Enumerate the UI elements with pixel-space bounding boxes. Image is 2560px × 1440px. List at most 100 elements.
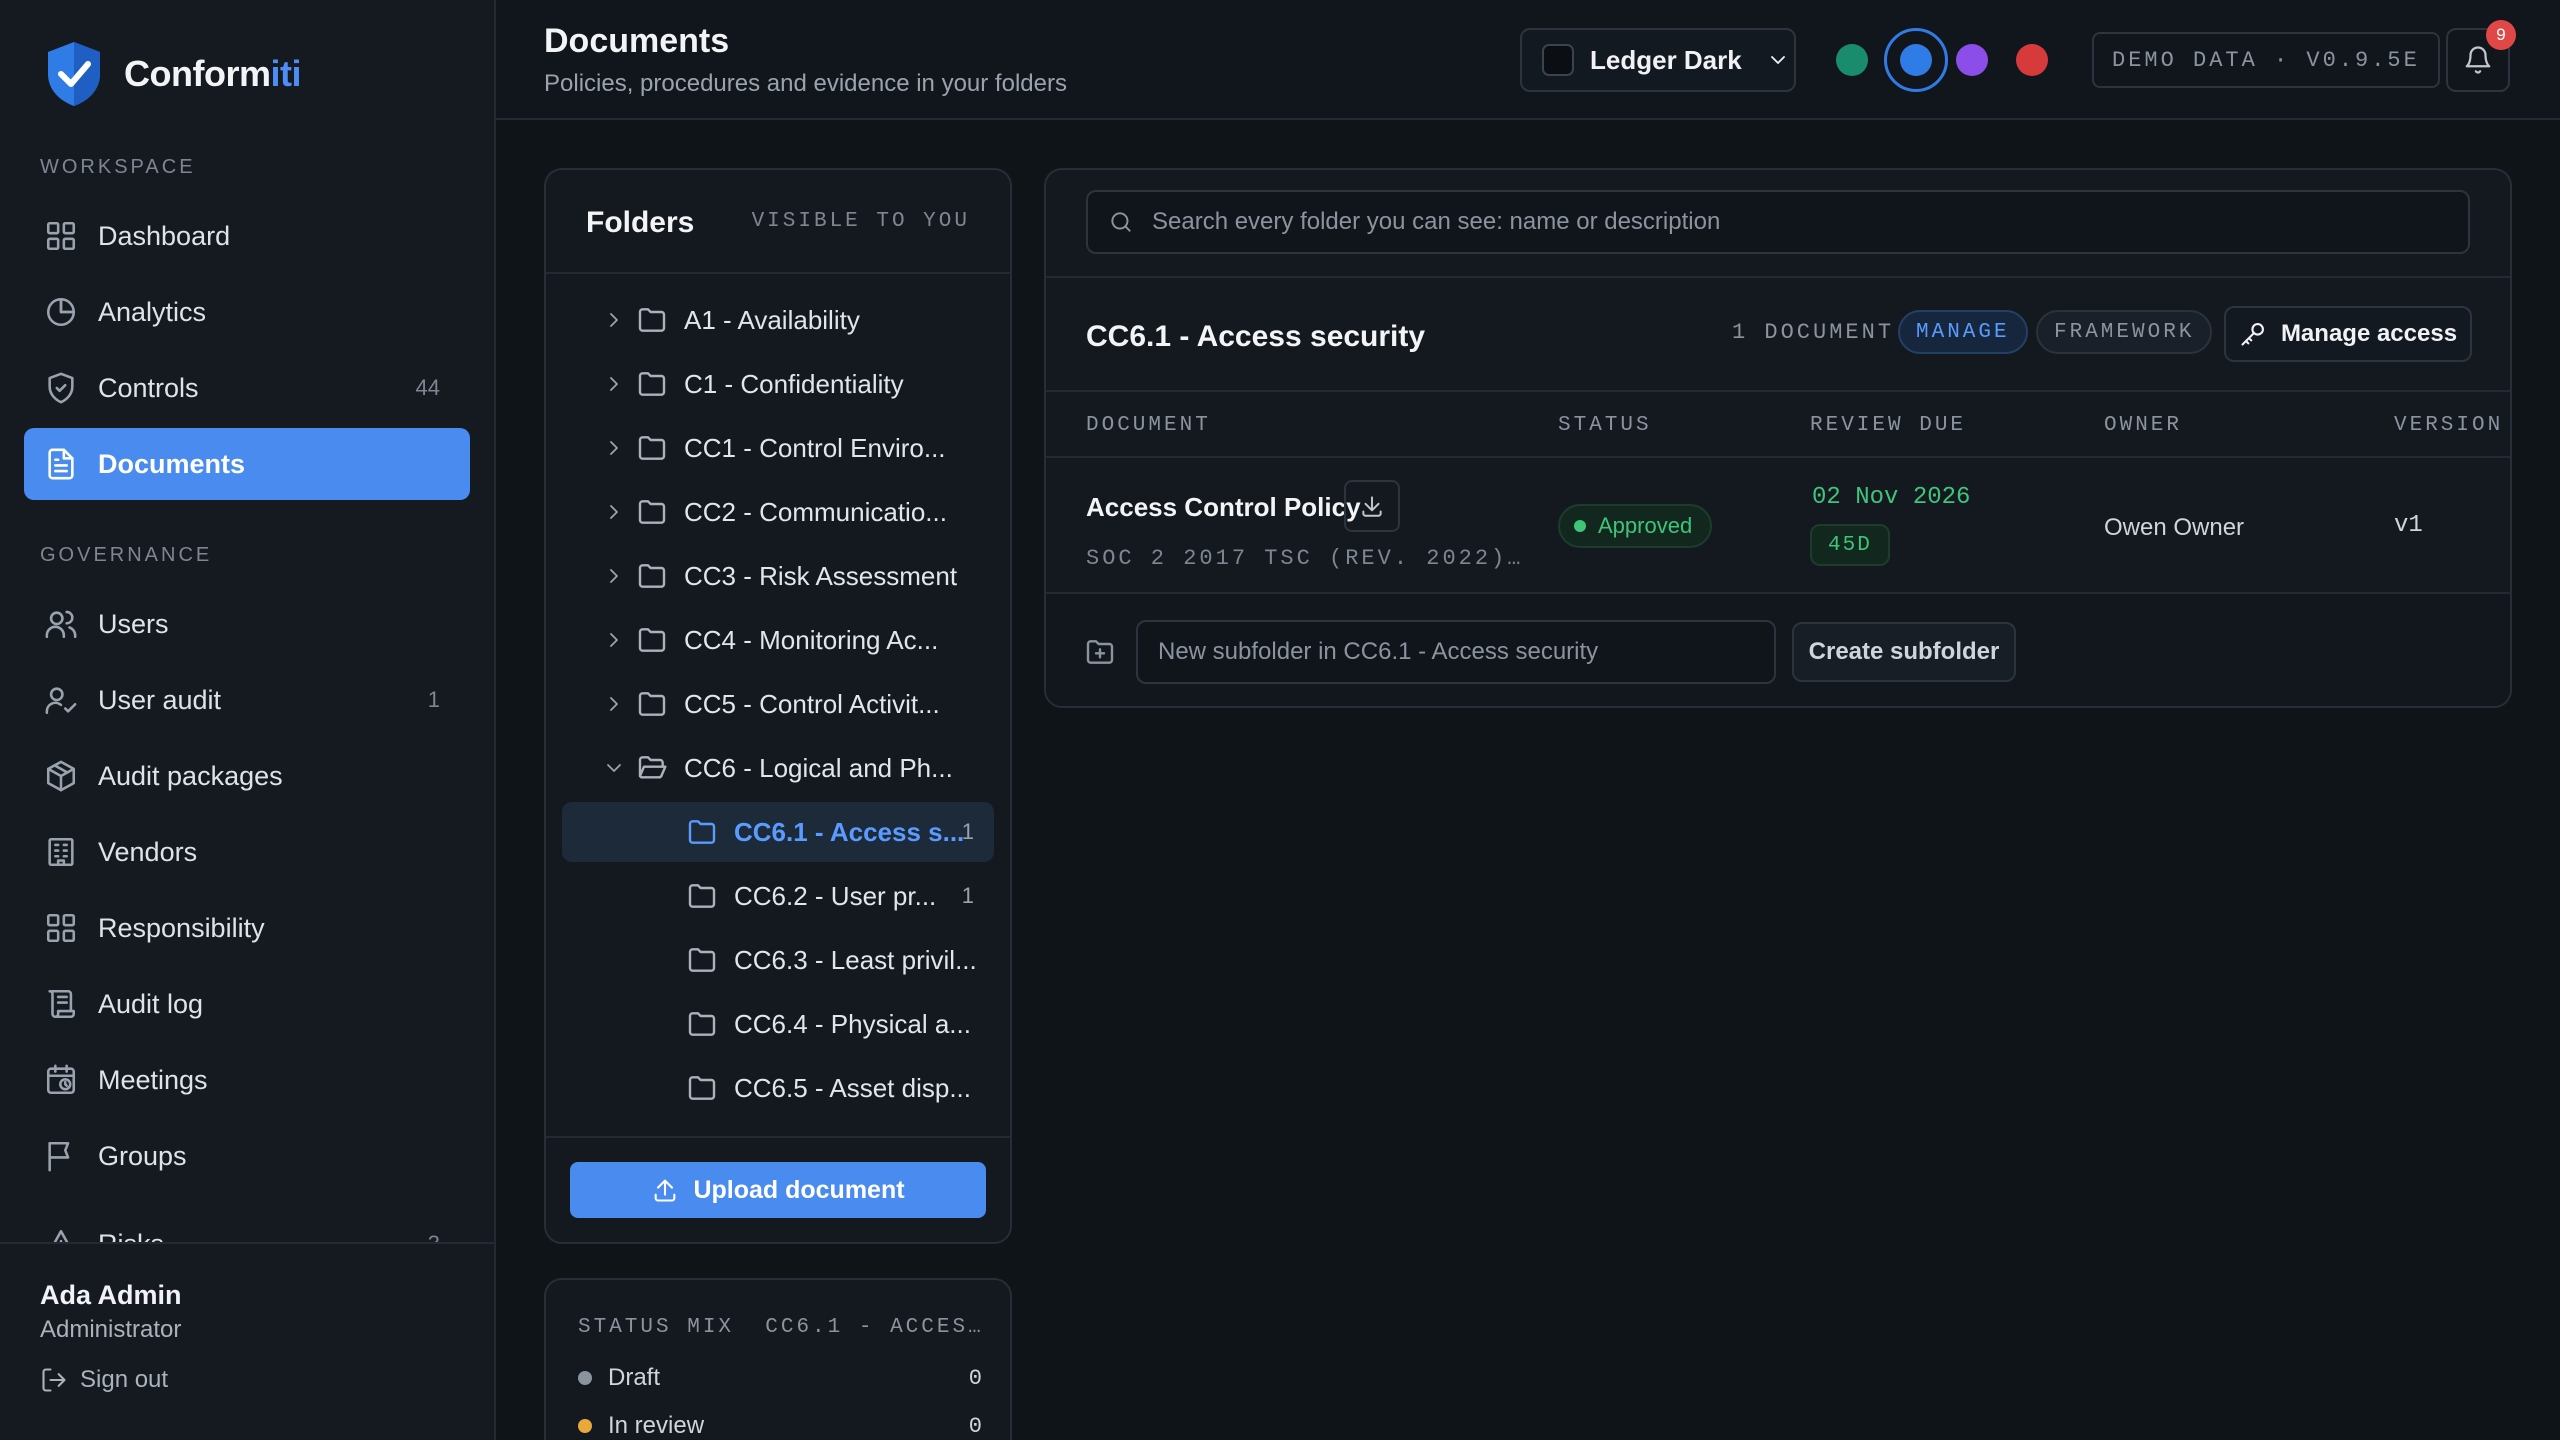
- folder-label: C1 - Confidentiality: [684, 368, 904, 399]
- folder-label: A1 - Availability: [684, 304, 860, 335]
- search-icon: [1111, 212, 1131, 232]
- app-name: Conformiti: [124, 53, 301, 94]
- manage-access-button[interactable]: Manage access: [2224, 306, 2472, 362]
- folder-item[interactable]: CC6.2 - User pr... 1: [562, 866, 994, 926]
- folders-panel: Folders VISIBLE TO YOU A1 - Availability…: [544, 168, 1012, 1244]
- page-title: Documents: [544, 22, 730, 60]
- nav-responsibility[interactable]: Responsibility: [24, 892, 470, 964]
- nav-count: 1: [427, 687, 440, 712]
- folder-label: CC6.4 - Physical a...: [734, 1008, 971, 1039]
- nav-label: Dashboard: [98, 220, 231, 251]
- sign-out-icon: [42, 1368, 66, 1392]
- grid-icon: [46, 221, 76, 251]
- search-input[interactable]: [1152, 208, 2352, 236]
- chevron-right-icon[interactable]: [602, 372, 626, 396]
- nav-documents[interactable]: Documents: [24, 428, 470, 500]
- search-bar: [1046, 170, 2510, 278]
- nav-controls[interactable]: Controls 44: [24, 352, 470, 424]
- folder-item[interactable]: C1 - Confidentiality: [602, 354, 1002, 414]
- folder-icon: [686, 944, 720, 976]
- column-header-owner: OWNER: [2104, 414, 2183, 437]
- chevron-down-icon: [1770, 56, 1785, 64]
- accent-teal-option[interactable]: [1836, 44, 1868, 76]
- folder-label: CC3 - Risk Assessment: [684, 560, 958, 591]
- nav-audit-packages[interactable]: Audit packages: [24, 740, 470, 812]
- chevron-down-icon[interactable]: [602, 756, 626, 780]
- create-subfolder-button[interactable]: Create subfolder: [1792, 622, 2016, 682]
- chevron-right-icon[interactable]: [602, 692, 626, 716]
- nav-label: Users: [98, 608, 169, 639]
- folders-title: Folders: [586, 206, 695, 239]
- nav-label: Meetings: [98, 1064, 208, 1095]
- folder-item[interactable]: CC1 - Control Enviro...: [602, 418, 1002, 478]
- upload-icon: [655, 1179, 676, 1202]
- nav-audit-log[interactable]: Audit log: [24, 968, 470, 1040]
- status-badge: Approved: [1558, 504, 1713, 548]
- folder-icon: [636, 624, 670, 656]
- upload-document-button[interactable]: Upload document: [570, 1162, 986, 1218]
- folder-icon: [636, 432, 670, 464]
- upload-bar: Upload document: [546, 1136, 1010, 1242]
- folder-item[interactable]: CC6.5 - Asset disp...: [562, 1058, 994, 1118]
- nav-analytics[interactable]: Analytics: [24, 276, 470, 348]
- folder-count: 1: [961, 819, 974, 844]
- nav-meetings[interactable]: Meetings: [24, 1044, 470, 1116]
- top-bar: Documents Policies, procedures and evide…: [496, 0, 2560, 120]
- chevron-right-icon[interactable]: [602, 628, 626, 652]
- manage-access-label: Manage access: [2280, 320, 2458, 347]
- new-subfolder-bar: Create subfolder: [1046, 594, 2510, 706]
- status-mix-label: Draft: [608, 1364, 661, 1391]
- nav-count: 44: [415, 375, 440, 400]
- app-logo[interactable]: Conformiti: [44, 40, 301, 108]
- status-mix-count: 0: [968, 1365, 982, 1391]
- flag-icon: [48, 1141, 70, 1172]
- folder-item[interactable]: CC6.3 - Least privil...: [562, 930, 994, 990]
- folder-icon: [636, 496, 670, 528]
- table-row[interactable]: Access Control Policy SOC 2 2017 TSC (RE…: [1046, 458, 2510, 594]
- column-header-review-due: REVIEW DUE: [1810, 414, 1967, 437]
- folder-icon: [686, 1008, 720, 1040]
- scroll-icon: [48, 989, 76, 1019]
- nav-users[interactable]: Users: [24, 588, 470, 660]
- chevron-right-icon[interactable]: [602, 564, 626, 588]
- status-mix-header: STATUS MIX CC6.1 - ACCES…: [578, 1316, 984, 1339]
- theme-select[interactable]: Ledger Dark: [1520, 28, 1796, 92]
- status-mix-panel: STATUS MIX CC6.1 - ACCES… Draft 0 In rev…: [544, 1278, 1012, 1440]
- building-icon: [48, 837, 74, 867]
- download-button[interactable]: [1344, 480, 1400, 532]
- document-name[interactable]: Access Control Policy: [1086, 492, 1361, 523]
- folder-item[interactable]: CC6.4 - Physical a...: [562, 994, 994, 1054]
- sign-out-link[interactable]: Sign out: [40, 1366, 168, 1394]
- notification-count-badge: 9: [2486, 20, 2516, 50]
- theme-swatch: [1542, 44, 1574, 76]
- chevron-right-icon[interactable]: [602, 500, 626, 524]
- folder-item[interactable]: CC6 - Logical and Ph...: [602, 738, 1002, 798]
- folder-item[interactable]: CC5 - Control Activit...: [602, 674, 1002, 734]
- accent-purple-option[interactable]: [1956, 44, 1988, 76]
- folder-label: CC5 - Control Activit...: [684, 688, 940, 719]
- theme-label: Ledger Dark: [1590, 44, 1742, 75]
- status-label: Approved: [1598, 513, 1693, 538]
- nav-vendors[interactable]: Vendors: [24, 816, 470, 888]
- chevron-right-icon[interactable]: [602, 308, 626, 332]
- user-name: Ada Admin: [40, 1280, 182, 1310]
- folder-label: CC6.3 - Least privil...: [734, 944, 977, 975]
- chevron-right-icon[interactable]: [602, 436, 626, 460]
- folder-icon: [636, 368, 670, 400]
- nav-dashboard[interactable]: Dashboard: [24, 200, 470, 272]
- folder-item[interactable]: CC4 - Monitoring Ac...: [602, 610, 1002, 670]
- folder-item[interactable]: A1 - Availability: [602, 290, 1002, 350]
- key-icon: [2241, 323, 2264, 346]
- accent-red-option[interactable]: [2016, 44, 2048, 76]
- new-subfolder-input[interactable]: [1136, 620, 1776, 684]
- folder-item[interactable]: CC6.1 - Access s... 1: [562, 802, 994, 862]
- accent-blue-option[interactable]: [1900, 44, 1932, 76]
- download-icon: [1362, 496, 1382, 517]
- document-icon: [48, 448, 74, 480]
- folder-item[interactable]: CC3 - Risk Assessment: [602, 546, 1002, 606]
- search-box[interactable]: [1086, 190, 2470, 254]
- status-mix-label: In review: [608, 1412, 705, 1439]
- nav-groups[interactable]: Groups: [24, 1120, 470, 1192]
- folder-item[interactable]: CC2 - Communicatio...: [602, 482, 1002, 542]
- nav-user-audit[interactable]: User audit 1: [24, 664, 470, 736]
